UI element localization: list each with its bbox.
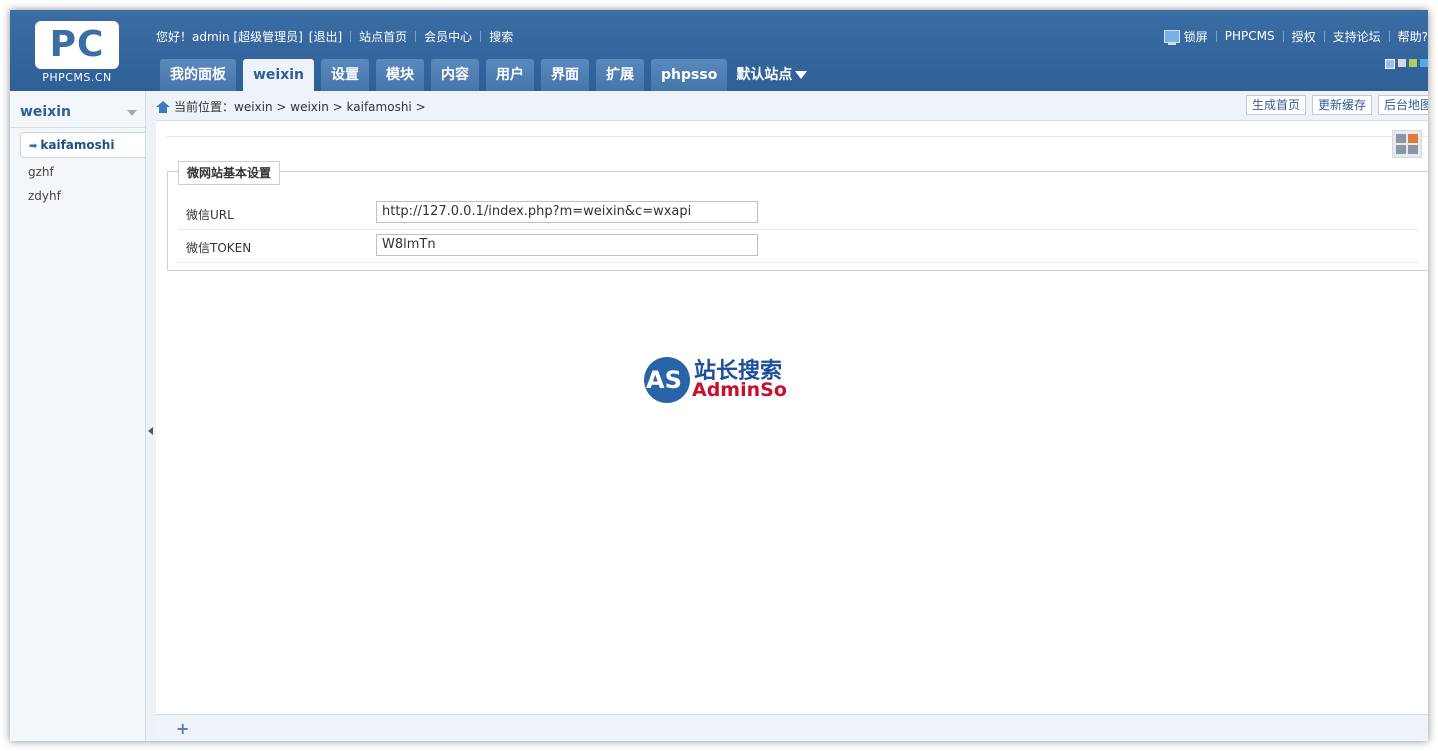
phpcms-link[interactable]: PHPCMS xyxy=(1225,29,1275,43)
top-user-bar: 您好！admin [超级管理员] [退出] 站点首页 会员中心 搜索 xyxy=(156,27,513,45)
layout-toggle-icon[interactable] xyxy=(1392,130,1422,158)
watermark-en: AdminSo xyxy=(692,379,787,401)
home-icon[interactable] xyxy=(156,100,170,113)
greeting: 您好！admin [超级管理员] xyxy=(156,29,303,44)
main-content: 微网站基本设置 微信URL http://127.0.0.1/index.php… xyxy=(156,121,1428,741)
update-cache-button[interactable]: 更新缓存 xyxy=(1311,95,1372,115)
app-window: PC PHPCMS.CN 您好！admin [超级管理员] [退出] 站点首页 … xyxy=(10,10,1428,741)
skin-icon[interactable] xyxy=(1409,59,1417,67)
skin-switcher xyxy=(1385,59,1428,69)
generate-home-button[interactable]: 生成首页 xyxy=(1245,95,1306,115)
site-home-link[interactable]: 站点首页 xyxy=(359,28,407,45)
watermark-logo: AS 站长搜索 AdminSo xyxy=(644,357,794,407)
divider xyxy=(415,30,417,42)
chevron-down-icon xyxy=(127,110,137,116)
license-link[interactable]: 授权 xyxy=(1292,28,1316,45)
divider xyxy=(350,30,352,42)
add-icon[interactable]: + xyxy=(176,719,189,738)
breadcrumb-label: 当前位置： xyxy=(174,100,235,114)
top-right-links: 锁屏 PHPCMS 授权 支持论坛 帮助? xyxy=(1163,27,1428,45)
skin-icon[interactable] xyxy=(1385,59,1395,69)
divider xyxy=(1215,30,1217,42)
sidebar-item-label: kaifamoshi xyxy=(40,138,115,152)
breadcrumb-actions: 生成首页 更新缓存 后台地图 xyxy=(1245,95,1428,115)
lock-screen-link[interactable]: 锁屏 xyxy=(1184,28,1208,45)
form-row-token: 微信TOKEN W8lmTn xyxy=(178,229,1418,263)
url-label: 微信URL xyxy=(186,208,234,222)
admin-map-button[interactable]: 后台地图 xyxy=(1377,95,1428,115)
collapse-arrow-icon xyxy=(148,427,153,435)
grid-cell xyxy=(1396,134,1406,143)
tab-users[interactable]: 用户 xyxy=(486,59,535,91)
grid-cell xyxy=(1396,145,1406,154)
sidebar: weixin ➡ kaifamoshi gzhf zdyhf xyxy=(10,91,146,741)
header: PC PHPCMS.CN 您好！admin [超级管理员] [退出] 站点首页 … xyxy=(10,10,1428,91)
grid-cell xyxy=(1408,145,1418,154)
divider xyxy=(166,136,1428,137)
watermark-circle: AS xyxy=(644,357,690,403)
divider xyxy=(480,30,482,42)
form-row-url: 微信URL http://127.0.0.1/index.php?m=weixi… xyxy=(178,196,1418,230)
logo-sub: PHPCMS.CN xyxy=(42,71,112,84)
arrow-right-icon: ➡ xyxy=(29,141,38,152)
chevron-down-icon xyxy=(795,71,808,79)
sidebar-item-gzhf[interactable]: gzhf xyxy=(10,160,145,184)
settings-fieldset: 微网站基本设置 微信URL http://127.0.0.1/index.php… xyxy=(167,161,1428,271)
tab-modules[interactable]: 模块 xyxy=(376,59,425,91)
search-link[interactable]: 搜索 xyxy=(489,28,513,45)
sidebar-item-kaifamoshi[interactable]: ➡ kaifamoshi xyxy=(20,132,145,158)
skin-icon[interactable] xyxy=(1420,59,1428,67)
weixin-url-input[interactable]: http://127.0.0.1/index.php?m=weixin&c=wx… xyxy=(376,201,758,223)
site-switch-label: 默认站点 xyxy=(736,67,793,83)
divider xyxy=(1388,30,1390,42)
skin-icon[interactable] xyxy=(1398,59,1406,67)
phpcms-logo[interactable]: PC PHPCMS.CN xyxy=(33,21,121,87)
fieldset-legend: 微网站基本设置 xyxy=(178,161,281,185)
sidebar-title[interactable]: weixin xyxy=(10,91,145,128)
tab-phpsso[interactable]: phpsso xyxy=(651,59,728,91)
breadcrumb-path[interactable]: weixin > weixin > kaifamoshi > xyxy=(234,100,426,114)
sidebar-title-label: weixin xyxy=(20,104,72,120)
weixin-token-input[interactable]: W8lmTn xyxy=(376,234,758,256)
tab-weixin[interactable]: weixin xyxy=(243,59,315,91)
sidebar-item-zdyhf[interactable]: zdyhf xyxy=(10,184,145,208)
help-link[interactable]: 帮助? xyxy=(1398,28,1428,45)
tab-my-panel[interactable]: 我的面板 xyxy=(160,59,236,91)
divider xyxy=(1323,30,1325,42)
breadcrumb: 当前位置： weixin > weixin > kaifamoshi > xyxy=(156,98,426,115)
footer-bar: + xyxy=(156,714,1428,741)
site-switch-dropdown[interactable]: 默认站点 xyxy=(734,59,809,91)
member-center-link[interactable]: 会员中心 xyxy=(424,28,472,45)
token-label: 微信TOKEN xyxy=(186,241,252,255)
tab-extensions[interactable]: 扩展 xyxy=(596,59,645,91)
tab-settings[interactable]: 设置 xyxy=(321,59,370,91)
tab-interface[interactable]: 界面 xyxy=(541,59,590,91)
monitor-icon xyxy=(1163,29,1180,45)
tab-content[interactable]: 内容 xyxy=(431,59,480,91)
logout-link[interactable]: [退出] xyxy=(309,28,342,45)
logo-letters: PC xyxy=(49,24,105,65)
forum-link[interactable]: 支持论坛 xyxy=(1333,28,1381,45)
breadcrumb-bar: 当前位置： weixin > weixin > kaifamoshi > 生成首… xyxy=(156,91,1428,121)
grid-cell xyxy=(1408,134,1418,143)
main-nav-tabs: 我的面板 weixin 设置 模块 内容 用户 界面 扩展 phpsso 默认站… xyxy=(160,59,816,91)
divider xyxy=(1282,30,1284,42)
